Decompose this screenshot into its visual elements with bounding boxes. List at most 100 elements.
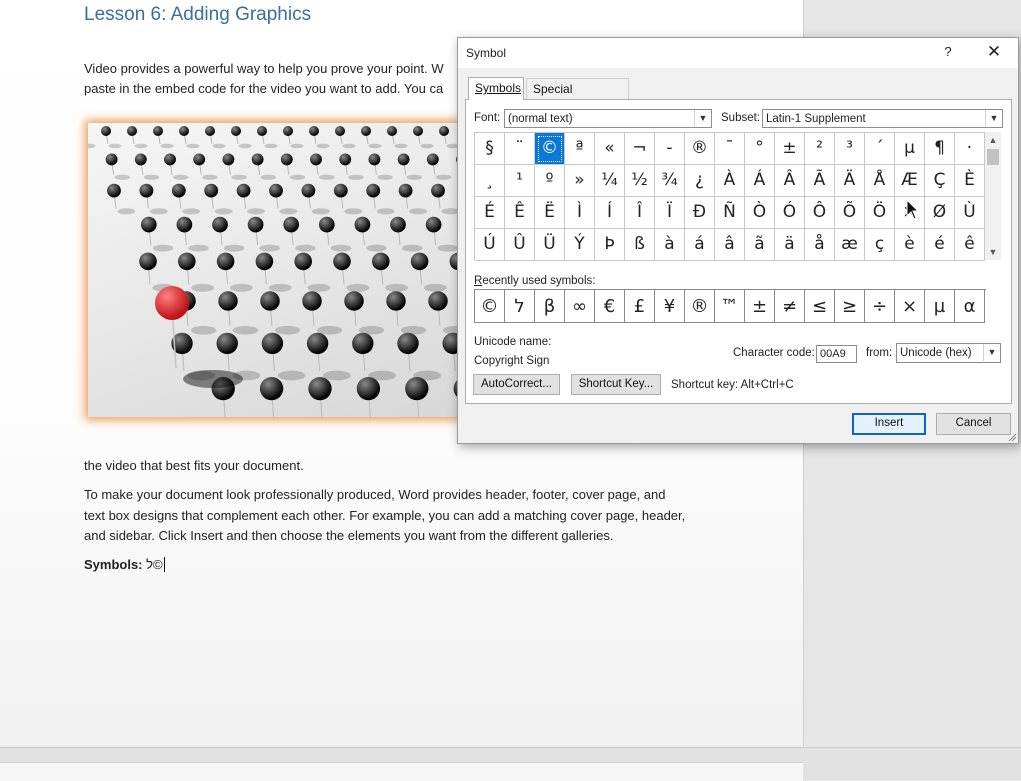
insert-button[interactable]: Insert xyxy=(852,413,926,435)
recent-symbol-cell[interactable]: ± xyxy=(745,290,775,323)
recent-symbol-cell[interactable]: ≥ xyxy=(835,290,865,323)
recent-symbol-cell[interactable]: ∞ xyxy=(565,290,595,323)
subset-dropdown[interactable]: Latin-1 Supplement ▼ xyxy=(762,109,1003,128)
symbol-cell[interactable]: Ã xyxy=(805,165,835,197)
symbol-cell[interactable]: » xyxy=(565,165,595,197)
pushpin-picture[interactable] xyxy=(88,123,460,417)
recent-symbol-cell[interactable]: ÷ xyxy=(865,290,895,323)
symbol-cell[interactable]: â xyxy=(715,229,745,261)
tab-symbols[interactable]: Symbols xyxy=(468,77,524,100)
symbol-cell[interactable]: Î xyxy=(625,197,655,229)
symbol-cell[interactable]: é xyxy=(925,229,955,261)
symbol-cell[interactable]: ê xyxy=(955,229,985,261)
recent-symbol-cell[interactable]: ל xyxy=(505,290,535,323)
shortcut-key-button[interactable]: Shortcut Key... xyxy=(571,374,661,395)
symbol-cell[interactable]: Ì xyxy=(565,197,595,229)
recent-symbol-cell[interactable]: ¥ xyxy=(655,290,685,323)
symbol-cell[interactable]: µ xyxy=(895,133,925,165)
symbol-cell[interactable]: Á xyxy=(745,165,775,197)
symbol-cell[interactable]: Ê xyxy=(505,197,535,229)
scrollbar-thumb[interactable] xyxy=(987,149,999,165)
recent-symbol-cell[interactable]: µ xyxy=(925,290,955,323)
symbol-cell[interactable]: Ñ xyxy=(715,197,745,229)
from-dropdown[interactable]: Unicode (hex) ▼ xyxy=(896,343,1001,363)
symbol-cell[interactable]: ¹ xyxy=(505,165,535,197)
autocorrect-button[interactable]: AutoCorrect... xyxy=(473,374,560,395)
symbol-cell[interactable]: Ø xyxy=(925,197,955,229)
symbol-cell[interactable]: Ô xyxy=(805,197,835,229)
font-dropdown[interactable]: (normal text) ▼ xyxy=(504,109,712,128)
symbol-cell[interactable]: ² xyxy=(805,133,835,165)
symbol-cell[interactable]: ¸ xyxy=(475,165,505,197)
help-icon[interactable]: ? xyxy=(940,44,956,59)
symbol-cell[interactable]: Ä xyxy=(835,165,865,197)
resize-grip-icon[interactable] xyxy=(1007,432,1017,442)
symbol-cell[interactable]: Ó xyxy=(775,197,805,229)
recent-symbol-cell[interactable]: α xyxy=(955,290,985,323)
symbol-cell[interactable]: Ò xyxy=(745,197,775,229)
recent-symbol-cell[interactable]: β xyxy=(535,290,565,323)
recent-symbol-cell[interactable]: × xyxy=(895,290,925,323)
symbol-cell[interactable]: ¾ xyxy=(655,165,685,197)
recent-symbol-cell[interactable]: £ xyxy=(625,290,655,323)
symbols-line[interactable]: Symbols: ל© xyxy=(84,555,165,575)
symbol-cell[interactable]: È xyxy=(955,165,985,197)
symbol-cell[interactable]: À xyxy=(715,165,745,197)
symbol-cell[interactable]: ç xyxy=(865,229,895,261)
symbol-cell[interactable]: « xyxy=(595,133,625,165)
symbol-cell[interactable]: á xyxy=(685,229,715,261)
symbol-cell[interactable]: è xyxy=(895,229,925,261)
recent-symbol-cell[interactable]: ≠ xyxy=(775,290,805,323)
symbol-dialog[interactable]: Symbol ? ✕ Symbols Special Characters Fo… xyxy=(457,37,1019,444)
symbol-grid[interactable]: § ¨ © ª «¬ - ® ¯ ° ± ² ³ ´ µ ¶ · ¸ ¹ º» ¼ ½ ¾ ¿ À Á Â Ã Ä Å Æ Ç È É Ê Ë Ì Í Î… xyxy=(474,132,986,261)
symbol-cell[interactable]: Ý xyxy=(565,229,595,261)
symbol-cell[interactable]: ß xyxy=(625,229,655,261)
symbol-cell[interactable]: § xyxy=(475,133,505,165)
symbol-cell[interactable]: Ù xyxy=(955,197,985,229)
symbol-cell[interactable]: ¯ xyxy=(715,133,745,165)
close-icon[interactable]: ✕ xyxy=(984,42,1004,62)
symbol-cell[interactable]: - xyxy=(655,133,685,165)
symbol-grid-scrollbar[interactable]: ▲ ▼ xyxy=(985,132,1001,260)
symbol-cell[interactable]: Â xyxy=(775,165,805,197)
recent-symbol-cell[interactable]: ® xyxy=(685,290,715,323)
symbol-cell[interactable]: ã xyxy=(745,229,775,261)
symbol-cell[interactable]: Í xyxy=(595,197,625,229)
symbol-cell[interactable]: Å xyxy=(865,165,895,197)
symbol-cell[interactable]: ª xyxy=(565,133,595,165)
symbol-cell[interactable]: ± xyxy=(775,133,805,165)
recent-symbols-grid[interactable]: © ל β ∞ € £ ¥ ® ™ ± ≠ ≤ ≥ ÷ × µ α xyxy=(474,289,986,323)
symbol-cell[interactable]: Ú xyxy=(475,229,505,261)
recent-symbol-cell[interactable]: © xyxy=(475,290,505,323)
symbol-cell[interactable]: Ë xyxy=(535,197,565,229)
symbol-cell[interactable]: © xyxy=(535,133,565,165)
symbol-cell[interactable]: ¶ xyxy=(925,133,955,165)
cancel-button[interactable]: Cancel xyxy=(936,413,1011,435)
symbol-cell[interactable]: ´ xyxy=(865,133,895,165)
symbol-cell[interactable]: É xyxy=(475,197,505,229)
symbol-cell[interactable]: Ð xyxy=(685,197,715,229)
recent-symbol-cell[interactable]: € xyxy=(595,290,625,323)
scroll-down-icon[interactable]: ▼ xyxy=(985,244,1001,260)
recent-symbol-cell[interactable]: ™ xyxy=(715,290,745,323)
scroll-up-icon[interactable]: ▲ xyxy=(985,132,1001,148)
symbol-cell[interactable]: · xyxy=(955,133,985,165)
symbol-cell[interactable]: Ç xyxy=(925,165,955,197)
symbol-cell[interactable]: Þ xyxy=(595,229,625,261)
symbol-cell[interactable]: ä xyxy=(775,229,805,261)
symbol-cell[interactable]: Û xyxy=(505,229,535,261)
dialog-titlebar[interactable]: Symbol ? ✕ xyxy=(458,38,1018,68)
symbol-cell[interactable]: Æ xyxy=(895,165,925,197)
symbol-cell[interactable]: ® xyxy=(685,133,715,165)
symbol-cell[interactable]: ° xyxy=(745,133,775,165)
symbol-cell[interactable]: Ï xyxy=(655,197,685,229)
symbol-cell[interactable]: º xyxy=(535,165,565,197)
symbol-cell[interactable]: ¬ xyxy=(625,133,655,165)
symbol-cell[interactable]: Ö xyxy=(865,197,895,229)
symbol-cell[interactable]: ¼ xyxy=(595,165,625,197)
symbol-cell[interactable]: ¿ xyxy=(685,165,715,197)
recent-symbol-cell[interactable]: ≤ xyxy=(805,290,835,323)
symbol-cell[interactable]: ¨ xyxy=(505,133,535,165)
symbol-cell[interactable]: ½ xyxy=(625,165,655,197)
symbol-cell[interactable]: Ü xyxy=(535,229,565,261)
